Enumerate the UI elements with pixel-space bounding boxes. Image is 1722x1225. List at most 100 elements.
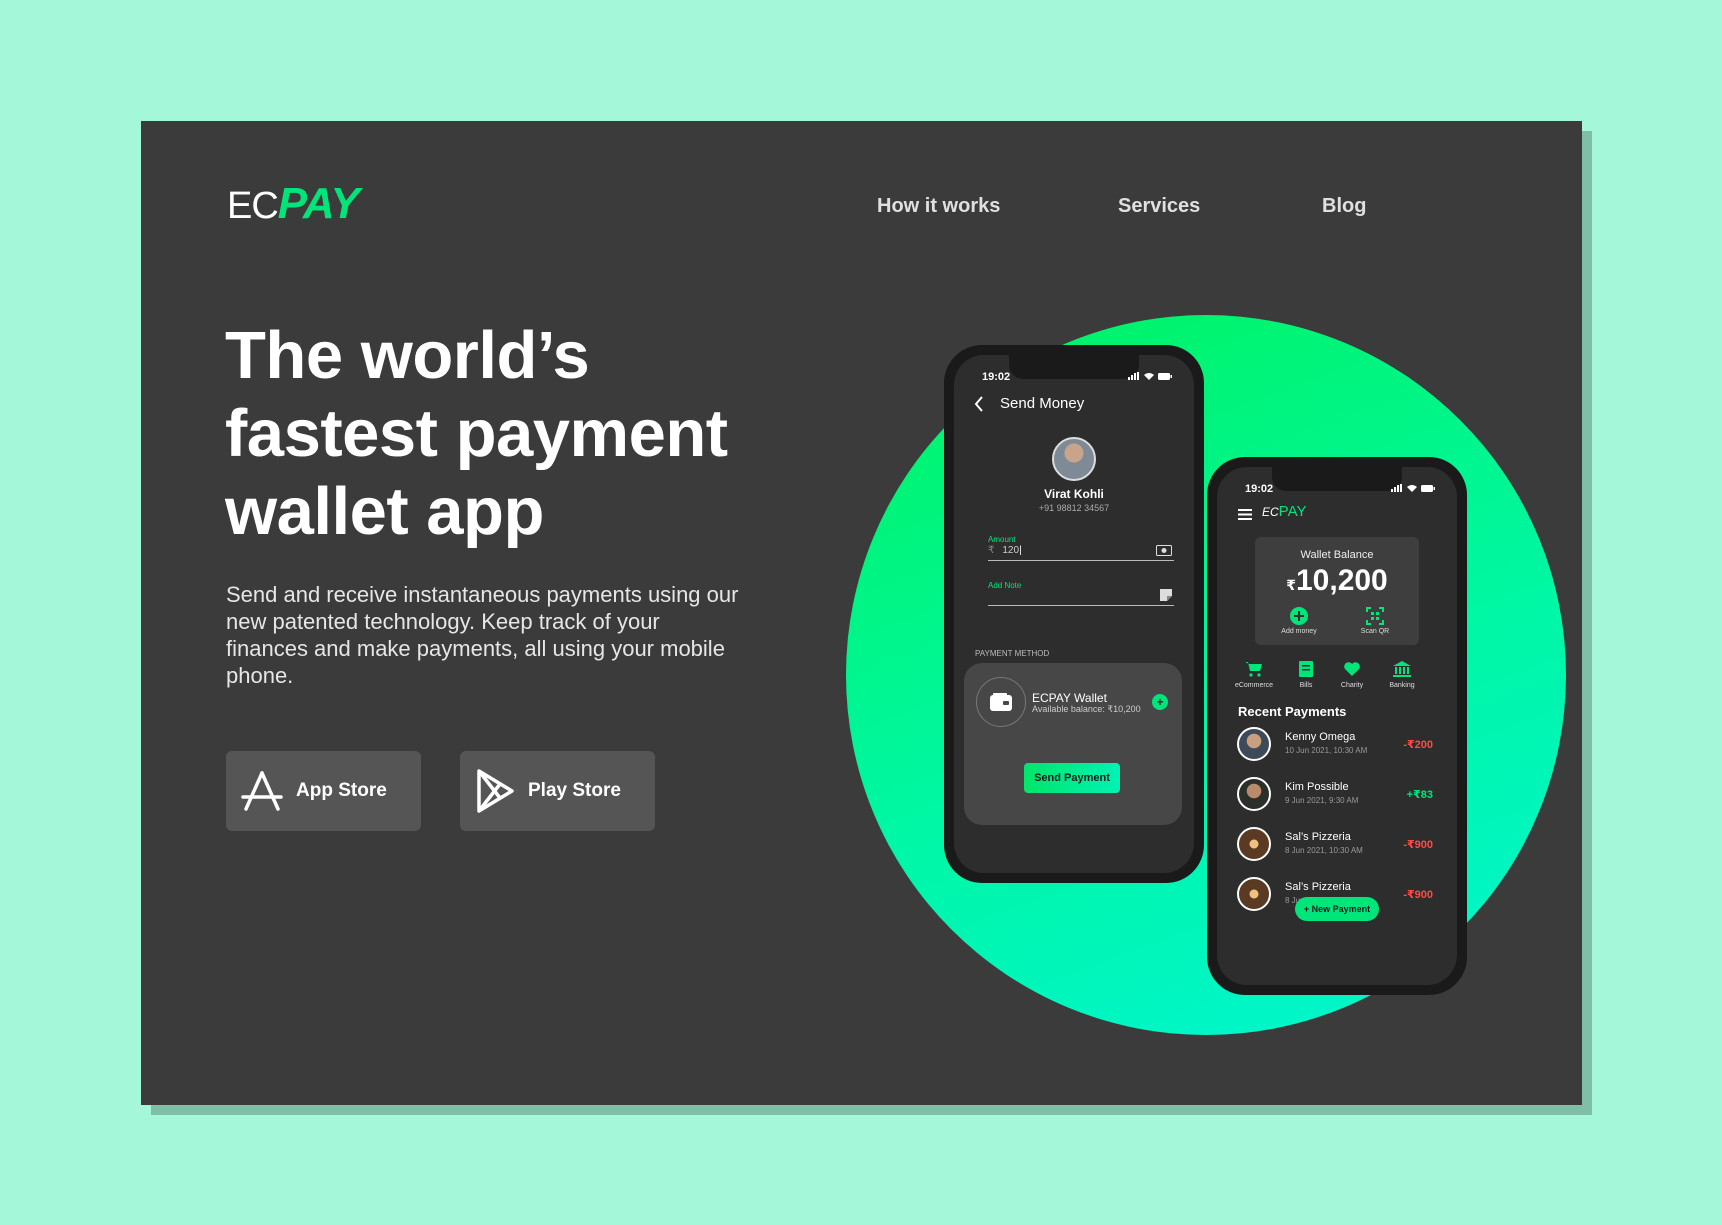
amount-input[interactable]: ₹120|	[988, 545, 1022, 556]
transaction-row[interactable]: Kim Possible 9 Jun 2021, 9:30 AM +₹83	[1237, 777, 1433, 817]
landing-card: ECPAY How it works Services Blog The wor…	[141, 121, 1582, 1105]
app-logo: ECPAY	[1262, 503, 1306, 520]
wallet-available-balance: Available balance: ₹10,200	[1032, 704, 1141, 714]
scan-qr-button[interactable]: Scan QR	[1345, 607, 1405, 635]
note-label: Add Note	[988, 581, 1022, 590]
app-logo-ec: EC	[1262, 505, 1279, 519]
status-time: 19:02	[1245, 483, 1274, 495]
note-underline	[988, 605, 1174, 606]
new-payment-button[interactable]: + New Payment	[1295, 897, 1379, 921]
amount-value: 120	[1002, 545, 1020, 556]
transaction-date: 9 Jun 2021, 9:30 AM	[1285, 796, 1359, 805]
wallet-balance-label: Wallet Balance	[1300, 549, 1374, 561]
transaction-row[interactable]: Kenny Omega 10 Jun 2021, 10:30 AM -₹200	[1237, 727, 1433, 767]
contact-phone: +91 98812 34567	[1038, 503, 1110, 513]
transaction-amount: -₹900	[1403, 889, 1433, 901]
wallet-balance-card: Wallet Balance ₹10,200 Add money Scan QR	[1255, 537, 1419, 645]
add-money-label: Add money	[1281, 628, 1317, 635]
transaction-amount: -₹200	[1403, 739, 1433, 751]
phone-notch	[1272, 467, 1402, 491]
hero-subtitle: Send and receive instantaneous payments …	[226, 582, 739, 688]
play-store-button[interactable]: Play Store	[460, 751, 655, 831]
signal-icon	[1128, 372, 1139, 380]
send-payment-button[interactable]: Send Payment	[1024, 763, 1120, 793]
send-money-title: Send Money	[1000, 395, 1085, 412]
wallet-name: ECPAY Wallet	[1032, 691, 1107, 705]
recent-payments-heading: Recent Payments	[1238, 704, 1347, 719]
category-ecommerce-label: eCommerce	[1234, 682, 1274, 689]
transaction-name: Kim Possible	[1285, 781, 1349, 793]
transaction-date: 10 Jun 2021, 10:30 AM	[1285, 746, 1368, 755]
phone-notch	[1009, 355, 1139, 379]
add-money-icon	[1290, 607, 1308, 625]
phone-dashboard: 19:02 ECPAY Wallet Balance ₹10,200 Add m…	[1207, 457, 1467, 995]
transaction-amount: -₹900	[1403, 839, 1433, 851]
qr-code-icon	[1366, 607, 1384, 625]
category-charity-label: Charity	[1340, 682, 1364, 689]
play-store-icon	[477, 769, 514, 813]
nav-blog[interactable]: Blog	[1322, 195, 1366, 218]
contact-avatar	[1052, 437, 1096, 481]
amount-underline	[988, 560, 1174, 561]
add-money-button[interactable]: Add money	[1269, 607, 1329, 635]
back-arrow-icon[interactable]	[974, 396, 984, 412]
avatar	[1237, 727, 1271, 761]
amount-currency: ₹	[988, 545, 995, 556]
balance-value: 10,200	[1295, 564, 1388, 597]
transaction-date: 8 Jun 2021, 10:30 AM	[1285, 846, 1363, 855]
wallet-balance-amount: ₹10,200	[1255, 564, 1419, 598]
wifi-icon	[1407, 485, 1417, 492]
phone-send-money: 19:02 Send Money Virat Kohli +91 98812 3…	[944, 345, 1204, 883]
hero-title-line-1: The world’s	[225, 318, 590, 393]
category-bills-label: Bills	[1299, 682, 1313, 689]
signal-icon	[1391, 484, 1402, 492]
status-icons	[1391, 484, 1435, 492]
nav-services[interactable]: Services	[1118, 195, 1200, 218]
scan-qr-label: Scan QR	[1360, 628, 1390, 635]
phone-dashboard-screen: 19:02 ECPAY Wallet Balance ₹10,200 Add m…	[1217, 467, 1457, 985]
nav-how-it-works[interactable]: How it works	[877, 195, 1000, 218]
app-store-label: App Store	[296, 780, 387, 801]
phone-send-money-screen: 19:02 Send Money Virat Kohli +91 98812 3…	[954, 355, 1194, 873]
category-bills[interactable]: Bills	[1281, 661, 1331, 689]
logo-ec: EC	[227, 185, 279, 227]
payment-method-heading: PAYMENT METHOD	[975, 649, 1050, 658]
category-banking-label: Banking	[1389, 682, 1415, 689]
transaction-name: Sal’s Pizzeria	[1285, 831, 1351, 843]
note-icon[interactable]	[1160, 589, 1172, 601]
app-logo-pay: PAY	[1278, 503, 1307, 520]
contact-name: Virat Kohli	[1044, 487, 1104, 501]
bank-icon	[1393, 661, 1411, 677]
amount-label: Amount	[988, 535, 1016, 544]
transaction-name: Kenny Omega	[1285, 731, 1356, 743]
hero-title-line-2: fastest payment	[225, 396, 728, 471]
selected-check-icon[interactable]: +	[1152, 694, 1168, 710]
wifi-icon	[1144, 373, 1154, 380]
app-store-button[interactable]: App Store	[226, 751, 421, 831]
hero-title: The world’s fastest payment wallet app	[225, 317, 865, 551]
cash-icon	[1156, 545, 1172, 556]
transaction-row[interactable]: Sal’s Pizzeria 8 Jun 2021, 10:30 AM -₹90…	[1237, 827, 1433, 867]
bill-icon	[1299, 661, 1313, 677]
category-ecommerce[interactable]: eCommerce	[1229, 661, 1279, 689]
transaction-name: Sal’s Pizzeria	[1285, 881, 1351, 893]
wallet-icon	[990, 693, 1012, 711]
balance-currency: ₹	[1286, 577, 1296, 593]
wallet-option[interactable]	[976, 677, 1026, 727]
category-banking[interactable]: Banking	[1377, 661, 1427, 689]
category-charity[interactable]: Charity	[1327, 661, 1377, 689]
ecpay-logo[interactable]: ECPAY	[227, 179, 360, 229]
logo-pay: PAY	[277, 179, 360, 228]
battery-icon	[1421, 484, 1435, 492]
status-icons	[1128, 372, 1172, 380]
menu-icon[interactable]	[1238, 509, 1252, 520]
avatar	[1237, 877, 1271, 911]
cart-icon	[1245, 662, 1262, 677]
app-store-icon	[241, 771, 283, 811]
avatar	[1237, 827, 1271, 861]
play-store-label: Play Store	[528, 780, 621, 801]
transaction-amount: +₹83	[1406, 789, 1433, 801]
avatar	[1237, 777, 1271, 811]
battery-icon	[1158, 372, 1172, 380]
hero-title-line-3: wallet app	[225, 474, 544, 549]
